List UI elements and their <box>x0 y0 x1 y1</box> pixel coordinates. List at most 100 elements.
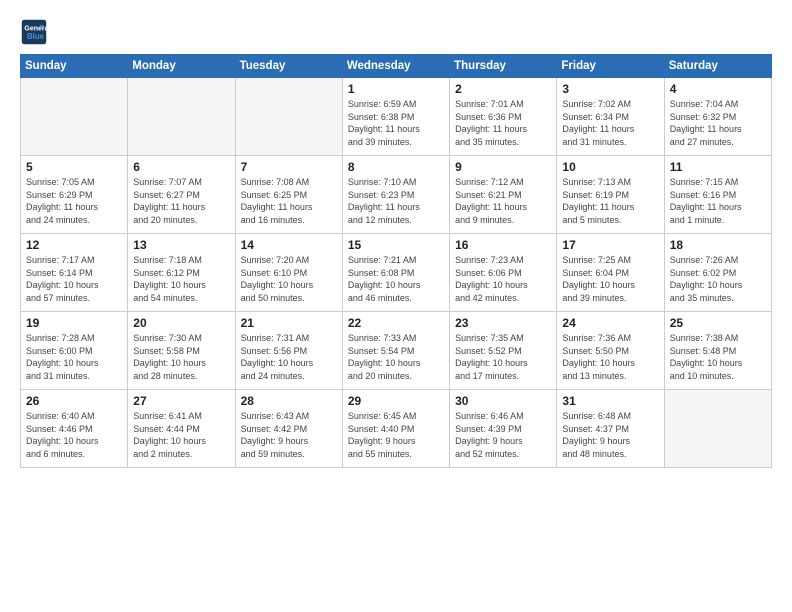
day-info: Sunrise: 6:40 AM Sunset: 4:46 PM Dayligh… <box>26 410 122 460</box>
day-number: 21 <box>241 316 337 330</box>
day-cell: 5Sunrise: 7:05 AM Sunset: 6:29 PM Daylig… <box>21 156 128 234</box>
day-number: 25 <box>670 316 766 330</box>
header-row: SundayMondayTuesdayWednesdayThursdayFrid… <box>21 55 772 78</box>
day-cell: 4 Sunrise: 7:04 AM Sunset: 6:32 PM Daylig… <box>664 78 771 156</box>
day-number: 10 <box>562 160 658 174</box>
day-cell: 9 Sunrise: 7:12 AM Sunset: 6:21 PM Daylig… <box>450 156 557 234</box>
day-cell: 12Sunrise: 7:17 AM Sunset: 6:14 PM Dayli… <box>21 234 128 312</box>
day-info: Sunrise: 7:33 AM Sunset: 5:54 PM Dayligh… <box>348 332 444 382</box>
week-row-4: 19 Sunrise: 7:28 AM Sunset: 6:00 PM Dayli… <box>21 312 772 390</box>
day-number: 31 <box>562 394 658 408</box>
day-number: 27 <box>133 394 229 408</box>
day-info: Sunrise: 7:36 AM Sunset: 5:50 PM Dayligh… <box>562 332 658 382</box>
day-header-monday: Monday <box>128 55 235 78</box>
day-number: 19 <box>26 316 122 330</box>
day-number: 30 <box>455 394 551 408</box>
day-cell: 10 Sunrise: 7:13 AM Sunset: 6:19 PM Dayli… <box>557 156 664 234</box>
day-number: 4 <box>670 82 766 96</box>
logo-icon: General Blue <box>20 18 48 46</box>
day-cell: 1Sunrise: 6:59 AM Sunset: 6:38 PM Daylig… <box>342 78 449 156</box>
day-header-wednesday: Wednesday <box>342 55 449 78</box>
day-cell: 24 Sunrise: 7:36 AM Sunset: 5:50 PM Dayli… <box>557 312 664 390</box>
day-info: Sunrise: 7:05 AM Sunset: 6:29 PM Dayligh… <box>26 176 122 226</box>
day-info: Sunrise: 7:26 AM Sunset: 6:02 PM Dayligh… <box>670 254 766 304</box>
day-number: 1 <box>348 82 444 96</box>
day-cell: 21 Sunrise: 7:31 AM Sunset: 5:56 PM Dayli… <box>235 312 342 390</box>
day-info: Sunrise: 7:13 AM Sunset: 6:19 PM Dayligh… <box>562 176 658 226</box>
day-cell: 27Sunrise: 6:41 AM Sunset: 4:44 PM Dayli… <box>128 390 235 468</box>
day-number: 26 <box>26 394 122 408</box>
day-info: Sunrise: 6:48 AM Sunset: 4:37 PM Dayligh… <box>562 410 658 460</box>
day-header-tuesday: Tuesday <box>235 55 342 78</box>
day-info: Sunrise: 7:20 AM Sunset: 6:10 PM Dayligh… <box>241 254 337 304</box>
day-info: Sunrise: 7:35 AM Sunset: 5:52 PM Dayligh… <box>455 332 551 382</box>
day-cell <box>235 78 342 156</box>
day-cell: 18 Sunrise: 7:26 AM Sunset: 6:02 PM Dayli… <box>664 234 771 312</box>
day-number: 11 <box>670 160 766 174</box>
day-number: 18 <box>670 238 766 252</box>
day-info: Sunrise: 6:43 AM Sunset: 4:42 PM Dayligh… <box>241 410 337 460</box>
day-header-thursday: Thursday <box>450 55 557 78</box>
day-info: Sunrise: 7:04 AM Sunset: 6:32 PM Dayligh… <box>670 98 766 148</box>
day-number: 22 <box>348 316 444 330</box>
day-info: Sunrise: 7:08 AM Sunset: 6:25 PM Dayligh… <box>241 176 337 226</box>
day-info: Sunrise: 7:02 AM Sunset: 6:34 PM Dayligh… <box>562 98 658 148</box>
day-info: Sunrise: 7:21 AM Sunset: 6:08 PM Dayligh… <box>348 254 444 304</box>
week-row-3: 12Sunrise: 7:17 AM Sunset: 6:14 PM Dayli… <box>21 234 772 312</box>
day-number: 23 <box>455 316 551 330</box>
day-header-saturday: Saturday <box>664 55 771 78</box>
calendar-table: SundayMondayTuesdayWednesdayThursdayFrid… <box>20 54 772 468</box>
week-row-1: 1Sunrise: 6:59 AM Sunset: 6:38 PM Daylig… <box>21 78 772 156</box>
day-cell: 20Sunrise: 7:30 AM Sunset: 5:58 PM Dayli… <box>128 312 235 390</box>
day-cell: 2 Sunrise: 7:01 AM Sunset: 6:36 PM Daylig… <box>450 78 557 156</box>
day-cell: 30 Sunrise: 6:46 AM Sunset: 4:39 PM Dayli… <box>450 390 557 468</box>
day-cell: 28 Sunrise: 6:43 AM Sunset: 4:42 PM Dayli… <box>235 390 342 468</box>
day-number: 15 <box>348 238 444 252</box>
day-number: 8 <box>348 160 444 174</box>
day-info: Sunrise: 7:10 AM Sunset: 6:23 PM Dayligh… <box>348 176 444 226</box>
day-info: Sunrise: 7:18 AM Sunset: 6:12 PM Dayligh… <box>133 254 229 304</box>
day-info: Sunrise: 7:38 AM Sunset: 5:48 PM Dayligh… <box>670 332 766 382</box>
day-cell: 8 Sunrise: 7:10 AM Sunset: 6:23 PM Daylig… <box>342 156 449 234</box>
day-cell: 26 Sunrise: 6:40 AM Sunset: 4:46 PM Dayli… <box>21 390 128 468</box>
day-info: Sunrise: 7:01 AM Sunset: 6:36 PM Dayligh… <box>455 98 551 148</box>
day-cell: 25 Sunrise: 7:38 AM Sunset: 5:48 PM Dayli… <box>664 312 771 390</box>
day-info: Sunrise: 7:23 AM Sunset: 6:06 PM Dayligh… <box>455 254 551 304</box>
day-cell: 11Sunrise: 7:15 AM Sunset: 6:16 PM Dayli… <box>664 156 771 234</box>
logo: General Blue <box>20 18 52 46</box>
day-number: 6 <box>133 160 229 174</box>
day-cell: 22 Sunrise: 7:33 AM Sunset: 5:54 PM Dayli… <box>342 312 449 390</box>
day-cell: 13 Sunrise: 7:18 AM Sunset: 6:12 PM Dayli… <box>128 234 235 312</box>
day-number: 2 <box>455 82 551 96</box>
day-number: 9 <box>455 160 551 174</box>
day-cell: 6Sunrise: 7:07 AM Sunset: 6:27 PM Daylig… <box>128 156 235 234</box>
day-number: 16 <box>455 238 551 252</box>
day-header-sunday: Sunday <box>21 55 128 78</box>
day-number: 14 <box>241 238 337 252</box>
day-info: Sunrise: 7:12 AM Sunset: 6:21 PM Dayligh… <box>455 176 551 226</box>
day-cell: 15 Sunrise: 7:21 AM Sunset: 6:08 PM Dayli… <box>342 234 449 312</box>
day-header-friday: Friday <box>557 55 664 78</box>
day-number: 24 <box>562 316 658 330</box>
day-info: Sunrise: 7:17 AM Sunset: 6:14 PM Dayligh… <box>26 254 122 304</box>
day-number: 29 <box>348 394 444 408</box>
day-cell: 14 Sunrise: 7:20 AM Sunset: 6:10 PM Dayli… <box>235 234 342 312</box>
calendar-container: General Blue SundayMondayTuesdayWednesda… <box>0 0 792 478</box>
week-row-5: 26 Sunrise: 6:40 AM Sunset: 4:46 PM Dayli… <box>21 390 772 468</box>
day-cell <box>664 390 771 468</box>
day-info: Sunrise: 7:25 AM Sunset: 6:04 PM Dayligh… <box>562 254 658 304</box>
day-cell: 3Sunrise: 7:02 AM Sunset: 6:34 PM Daylig… <box>557 78 664 156</box>
day-number: 28 <box>241 394 337 408</box>
day-cell: 16 Sunrise: 7:23 AM Sunset: 6:06 PM Dayli… <box>450 234 557 312</box>
day-info: Sunrise: 7:28 AM Sunset: 6:00 PM Dayligh… <box>26 332 122 382</box>
day-cell <box>128 78 235 156</box>
day-cell: 23 Sunrise: 7:35 AM Sunset: 5:52 PM Dayli… <box>450 312 557 390</box>
header: General Blue <box>20 18 772 46</box>
day-info: Sunrise: 6:46 AM Sunset: 4:39 PM Dayligh… <box>455 410 551 460</box>
day-cell: 19 Sunrise: 7:28 AM Sunset: 6:00 PM Dayli… <box>21 312 128 390</box>
day-number: 13 <box>133 238 229 252</box>
day-info: Sunrise: 7:31 AM Sunset: 5:56 PM Dayligh… <box>241 332 337 382</box>
day-cell <box>21 78 128 156</box>
day-cell: 17Sunrise: 7:25 AM Sunset: 6:04 PM Dayli… <box>557 234 664 312</box>
svg-text:Blue: Blue <box>27 32 45 41</box>
